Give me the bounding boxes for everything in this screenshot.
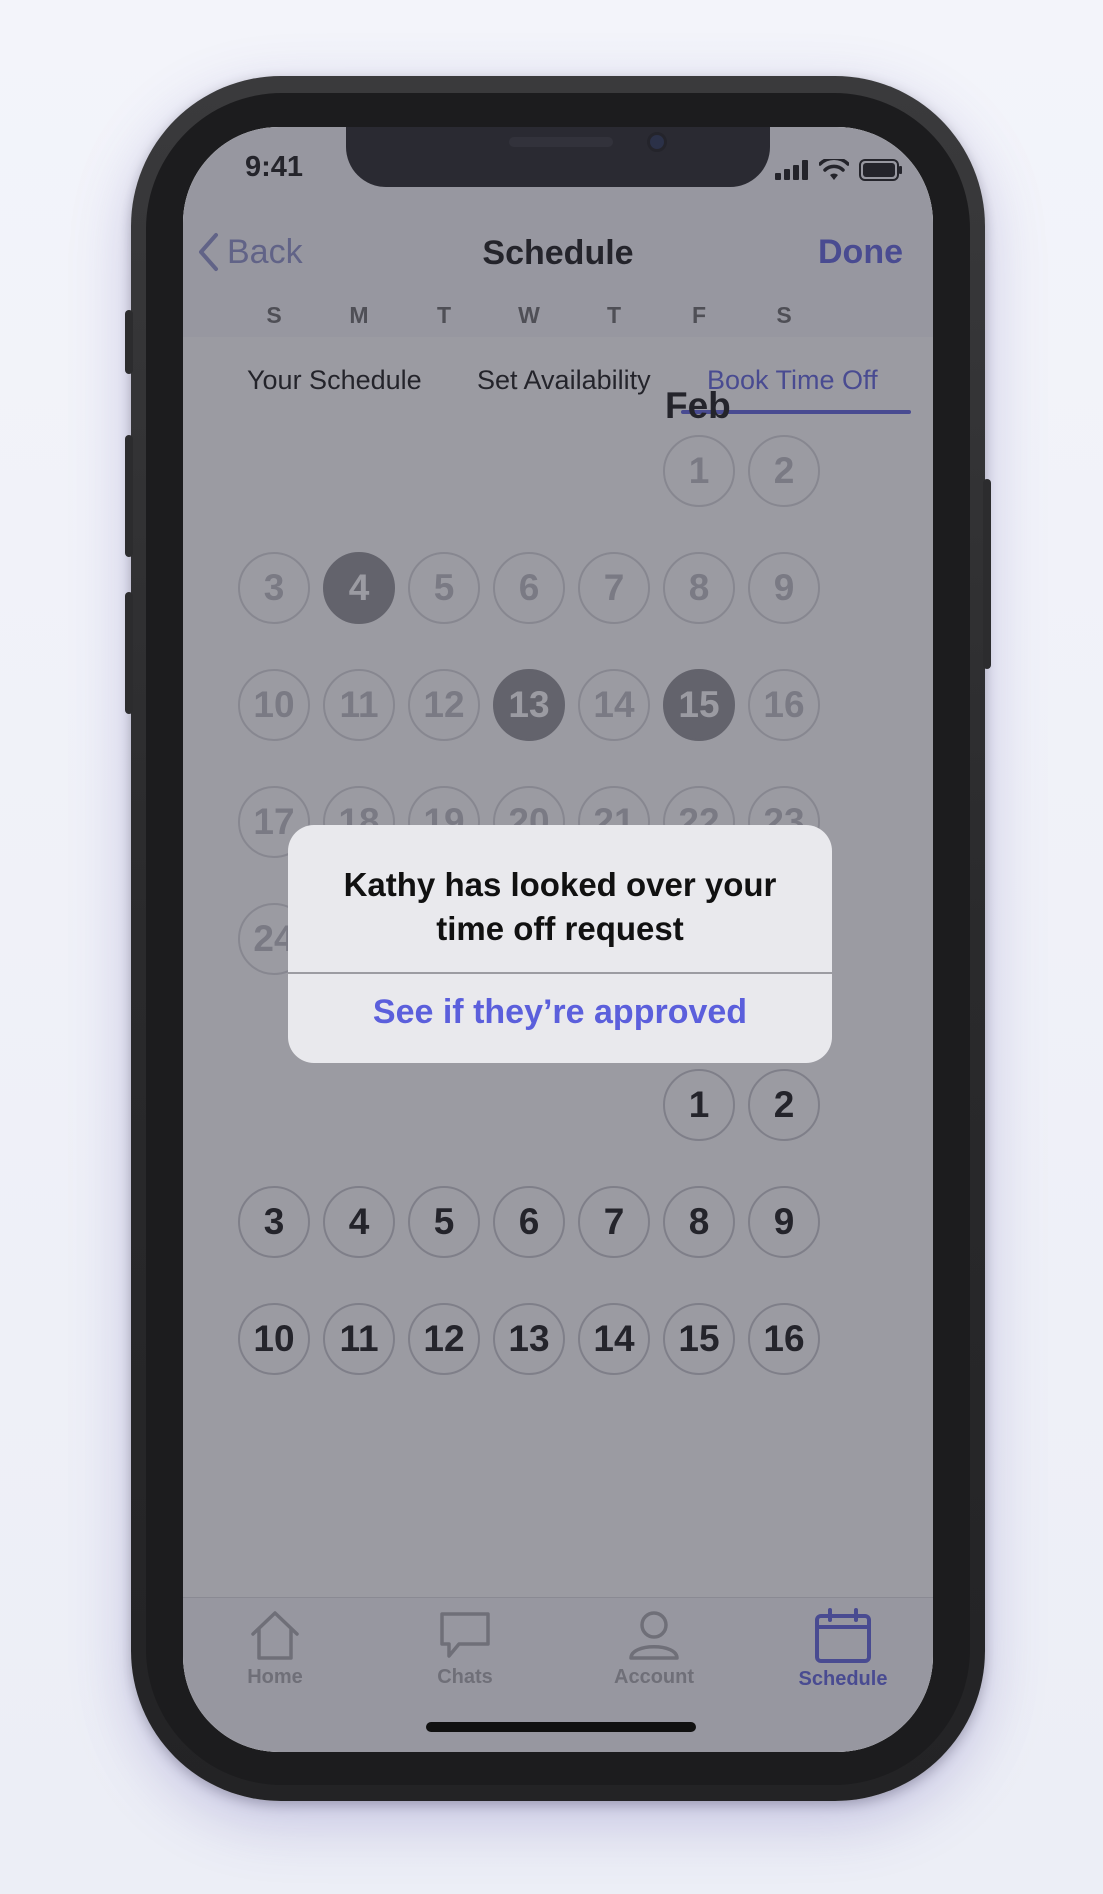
power-button	[983, 479, 991, 669]
mute-switch	[125, 310, 133, 374]
alert-divider	[288, 972, 832, 974]
see-approval-button[interactable]: See if they’re approved	[288, 993, 832, 1032]
home-indicator	[426, 1722, 696, 1732]
volume-up-button	[125, 435, 133, 557]
volume-down-button	[125, 592, 133, 714]
alert-message: Kathy has looked over your time off requ…	[343, 866, 777, 947]
alert-dialog: Kathy has looked over your time off requ…	[288, 825, 832, 1063]
phone-screen: 9:41 Back Schedule Done SMTWTFS Your Sch…	[183, 127, 933, 1752]
